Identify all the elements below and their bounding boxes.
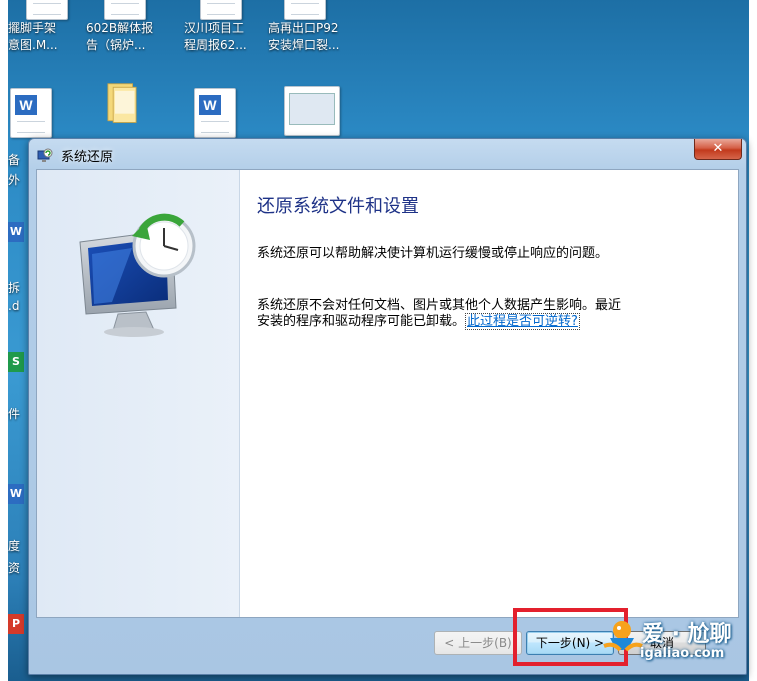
- reversible-help-link[interactable]: 此过程是否可逆转?: [465, 313, 580, 330]
- desktop-icon-label[interactable]: 602B解体报 告（锅炉...: [86, 20, 153, 54]
- title-bar[interactable]: 系统还原 ✕: [29, 139, 746, 169]
- description-text: 系统还原不会对任何文档、图片或其他个人数据产生影响。最近: [257, 298, 622, 313]
- word-icon: W: [199, 95, 221, 115]
- wizard-side-panel: [37, 170, 240, 617]
- system-restore-illustration-icon: [79, 213, 196, 337]
- document-icon[interactable]: [26, 0, 68, 20]
- description-text-part: 安装的程序和驱动程序可能已卸载。: [257, 314, 466, 329]
- description-text: 安装的程序和驱动程序可能已卸载。 此过程是否可逆转?: [257, 313, 717, 330]
- window-title: 系统还原: [61, 150, 114, 165]
- wizard-content: 还原系统文件和设置 系统还原可以帮助解决使计算机运行缓慢或停止响应的问题。 系统…: [36, 169, 739, 618]
- system-restore-window: 系统还原 ✕ 还原系统文件和设置 系统还原可以帮助解决使计算机运行缓慢或停止响应…: [28, 138, 747, 675]
- document-icon[interactable]: [200, 0, 242, 20]
- spreadsheet-icon[interactable]: S: [8, 352, 24, 372]
- document-icon[interactable]: [284, 0, 326, 20]
- desktop-label-fragment: 备: [8, 153, 21, 167]
- mascot-logo-icon: [603, 621, 643, 652]
- close-button[interactable]: ✕: [694, 139, 742, 160]
- screenshot-file-icon[interactable]: [284, 86, 340, 136]
- word-icon[interactable]: W: [8, 484, 24, 504]
- desktop-label-fragment: .d: [8, 299, 20, 313]
- word-icon: W: [15, 95, 37, 115]
- desktop-icon-label[interactable]: 高再出口P92 安装焊口裂...: [268, 20, 339, 54]
- desktop-icon-label[interactable]: 汉川项目工 程周报62...: [184, 20, 247, 54]
- word-document-icon[interactable]: W: [194, 88, 236, 138]
- pdf-icon[interactable]: P: [8, 614, 24, 634]
- document-icon[interactable]: [104, 0, 146, 20]
- watermark-brand: 爱 · 尬聊: [642, 622, 732, 647]
- system-restore-icon: [37, 148, 53, 162]
- word-document-icon[interactable]: W: [10, 88, 52, 138]
- close-icon: ✕: [712, 141, 724, 156]
- desktop-label-fragment: 拆: [8, 281, 21, 295]
- desktop-label-fragment: 度: [8, 539, 21, 553]
- watermark: 爱 · 尬聊 igaliao.com: [600, 612, 750, 672]
- folder-icon[interactable]: [100, 82, 144, 126]
- word-icon[interactable]: W: [8, 222, 24, 242]
- desktop-label-fragment: 件: [8, 407, 21, 421]
- desktop-label-fragment: 资: [8, 561, 21, 575]
- watermark-url: igaliao.com: [640, 646, 725, 661]
- description-text: 系统还原可以帮助解决使计算机运行缓慢或停止响应的问题。: [257, 246, 609, 261]
- desktop-icon-label[interactable]: 擺脚手架 意图.M...: [8, 20, 58, 54]
- back-button[interactable]: < 上一步(B): [434, 631, 522, 655]
- desktop-label-fragment: 外: [8, 173, 21, 187]
- page-heading: 还原系统文件和设置: [257, 196, 419, 217]
